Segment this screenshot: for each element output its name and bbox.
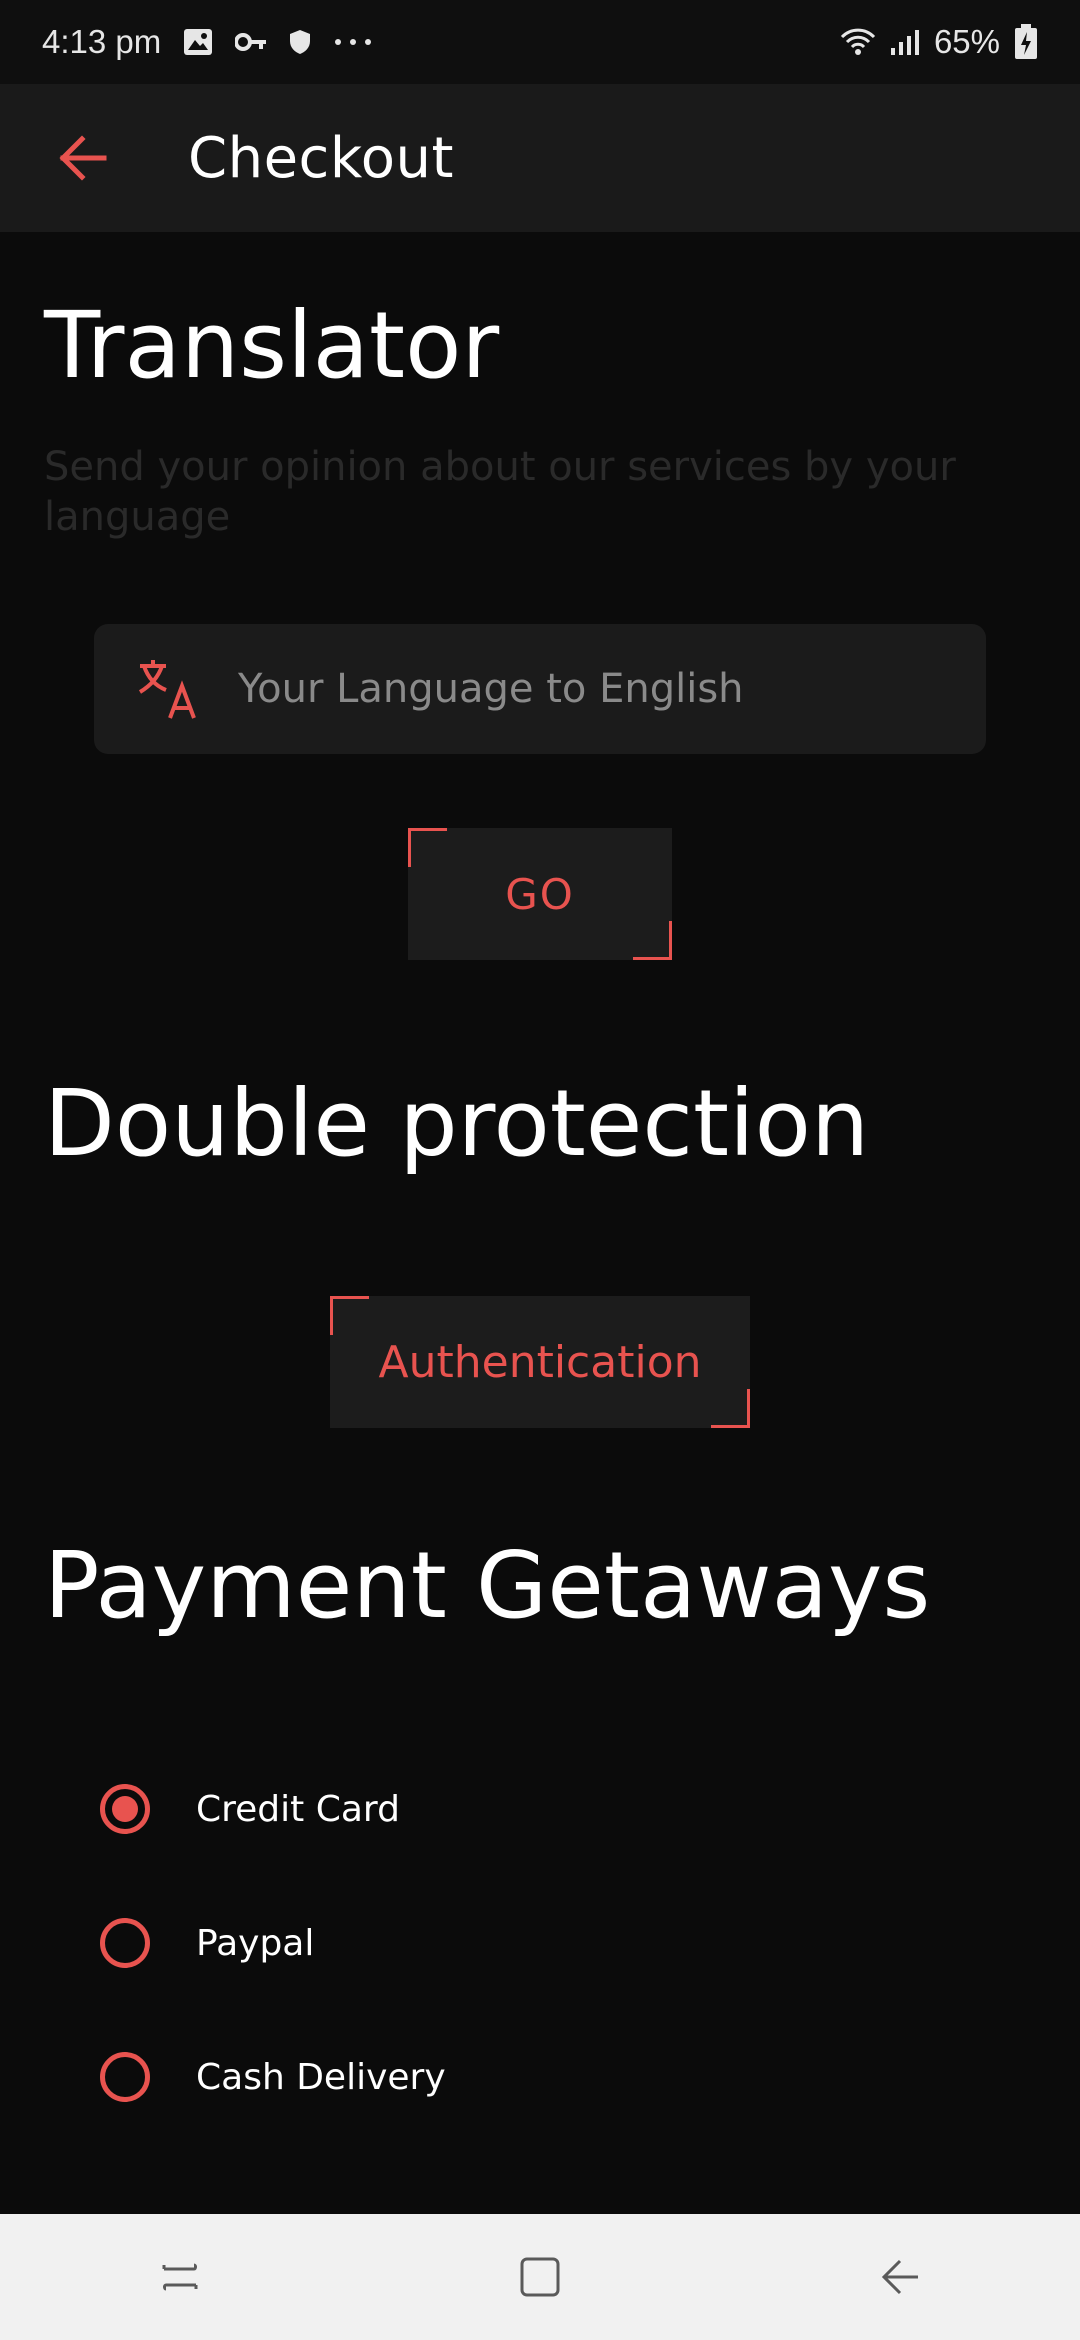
language-input[interactable]: Your Language to English bbox=[94, 624, 986, 754]
back-button[interactable] bbox=[28, 103, 138, 213]
payment-option-label: Paypal bbox=[196, 1922, 315, 1964]
radio-unselected-icon[interactable] bbox=[100, 1918, 150, 1968]
payment-option-label: Cash Delivery bbox=[196, 2056, 446, 2098]
home-button[interactable] bbox=[480, 2227, 600, 2327]
key-icon bbox=[235, 32, 267, 52]
home-icon bbox=[520, 2257, 560, 2297]
system-nav-bar bbox=[0, 2214, 1080, 2340]
payment-option-cash-delivery[interactable]: Cash Delivery bbox=[100, 2052, 446, 2102]
translator-heading: Translator bbox=[44, 292, 500, 399]
wifi-icon bbox=[840, 27, 876, 57]
authentication-button[interactable]: Authentication bbox=[330, 1296, 750, 1428]
signal-icon bbox=[890, 28, 920, 56]
payment-option-label: Credit Card bbox=[196, 1788, 400, 1830]
translator-subtitle: Send your opinion about our services by … bbox=[44, 444, 956, 540]
language-input-placeholder: Your Language to English bbox=[238, 666, 744, 712]
status-bar: 4:13 pm 65% bbox=[0, 0, 1080, 84]
page-title: Checkout bbox=[188, 125, 454, 191]
radio-selected-icon[interactable] bbox=[100, 1784, 150, 1834]
payment-gateways-heading: Payment Getaways bbox=[44, 1532, 931, 1639]
recents-icon bbox=[162, 2263, 198, 2291]
double-protection-heading: Double protection bbox=[44, 1070, 870, 1177]
payment-option-credit-card[interactable]: Credit Card bbox=[100, 1784, 400, 1834]
radio-unselected-icon[interactable] bbox=[100, 2052, 150, 2102]
recents-button[interactable] bbox=[120, 2227, 240, 2327]
arrow-left-icon bbox=[59, 135, 107, 181]
battery-icon bbox=[1014, 24, 1038, 60]
go-button[interactable]: GO bbox=[408, 828, 672, 960]
image-icon bbox=[183, 28, 213, 56]
status-time: 4:13 pm bbox=[42, 23, 162, 60]
back-icon bbox=[881, 2259, 918, 2295]
more-icon bbox=[333, 37, 373, 47]
app-bar: Checkout bbox=[0, 84, 1080, 232]
shield-icon bbox=[289, 29, 311, 55]
battery-percent: 65% bbox=[933, 23, 1000, 60]
translate-icon bbox=[138, 660, 196, 719]
payment-option-paypal[interactable]: Paypal bbox=[100, 1918, 314, 1968]
nav-back-button[interactable] bbox=[840, 2227, 960, 2327]
